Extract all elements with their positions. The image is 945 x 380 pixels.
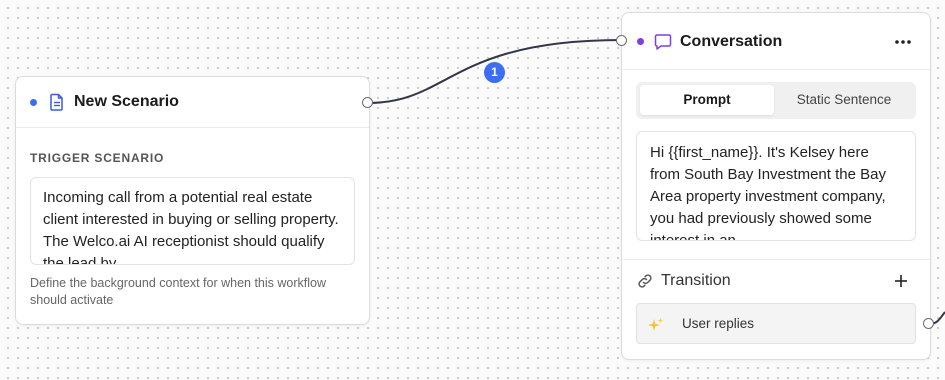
conversation-node-title: Conversation: [680, 33, 783, 50]
prompt-text: Hi {{first_name}}. It's Kelsey here from…: [650, 144, 886, 241]
scenario-helper-text: Define the background context for when t…: [30, 276, 326, 307]
content-type-tabs: Prompt Static Sentence: [636, 82, 916, 119]
scenario-node-title: New Scenario: [74, 93, 179, 110]
transition-item-label: User replies: [682, 316, 755, 331]
more-horizontal-icon[interactable]: [894, 35, 912, 47]
prompt-textarea[interactable]: Hi {{first_name}}. It's Kelsey here from…: [636, 131, 916, 241]
edge-step-badge[interactable]: 1: [484, 62, 505, 83]
conversation-node[interactable]: Conversation Prompt Static Sentence Hi {…: [621, 12, 931, 360]
link-icon: [636, 272, 654, 290]
sparkles-icon: [647, 316, 665, 334]
transition-section: [622, 259, 930, 260]
chat-bubble-icon: [654, 33, 672, 51]
transition-output-port[interactable]: [923, 318, 934, 329]
scenario-node-header[interactable]: New Scenario: [16, 77, 369, 128]
trigger-scenario-label: TRIGGER SCENARIO: [30, 151, 165, 165]
transition-label: Transition: [661, 272, 731, 289]
scenario-output-port[interactable]: [362, 97, 373, 108]
conversation-node-header[interactable]: Conversation: [622, 13, 930, 70]
tab-prompt[interactable]: Prompt: [640, 85, 774, 115]
transition-item[interactable]: User replies: [636, 303, 916, 344]
tab-static-sentence[interactable]: Static Sentence: [776, 85, 912, 115]
scenario-node[interactable]: New Scenario TRIGGER SCENARIO Incoming c…: [15, 76, 370, 325]
conversation-input-port[interactable]: [616, 35, 627, 46]
status-dot: [637, 38, 644, 45]
plus-icon[interactable]: [894, 274, 908, 288]
scenario-textarea[interactable]: Incoming call from a potential real esta…: [30, 177, 355, 265]
status-dot: [30, 99, 37, 106]
scenario-text: Incoming call from a potential real esta…: [43, 189, 339, 265]
document-icon: [49, 93, 65, 111]
